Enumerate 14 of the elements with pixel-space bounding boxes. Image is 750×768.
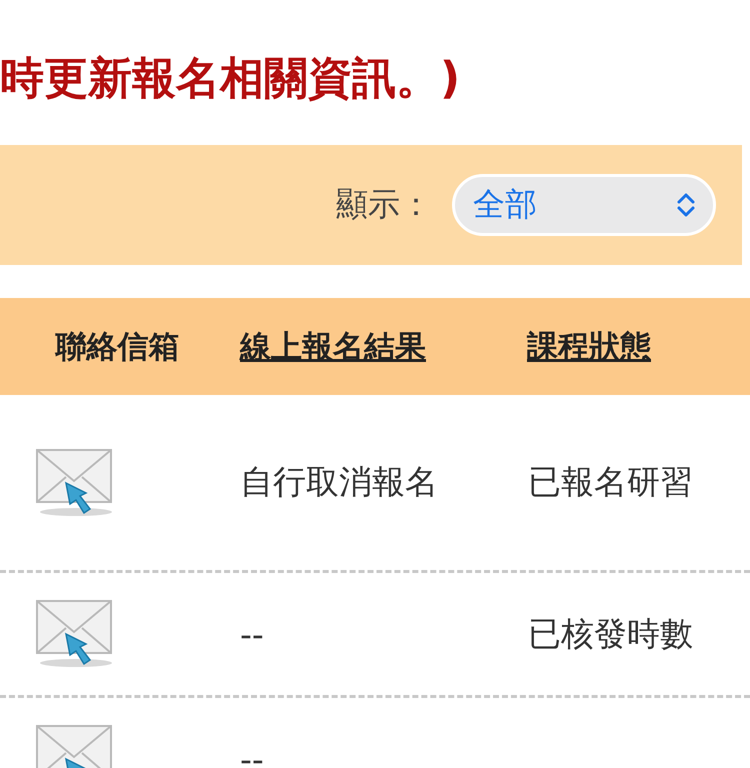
table-cell-text: -- [239, 740, 265, 768]
column-header: 聯絡信箱 [56, 328, 180, 366]
chevron-updown-icon [675, 191, 697, 219]
table-cell-text: 自行取消報名 [239, 461, 439, 503]
filter-label: 顯示： [336, 184, 432, 225]
column-sort-link[interactable]: 課程狀態 [520, 326, 651, 368]
mail-envelope-icon[interactable] [36, 448, 112, 516]
display-select[interactable]: 全部 [452, 174, 716, 236]
table-cell-text: 已核發時數 [527, 612, 694, 654]
mail-envelope-icon[interactable] [36, 600, 112, 668]
column-sort-link[interactable]: 線上報名結果 [235, 326, 426, 368]
notice-text: 時更新報名相關資訊。) [0, 54, 462, 106]
table-cell-text: -- [239, 614, 265, 654]
table-cell-text: 已報名研習 [527, 461, 694, 503]
